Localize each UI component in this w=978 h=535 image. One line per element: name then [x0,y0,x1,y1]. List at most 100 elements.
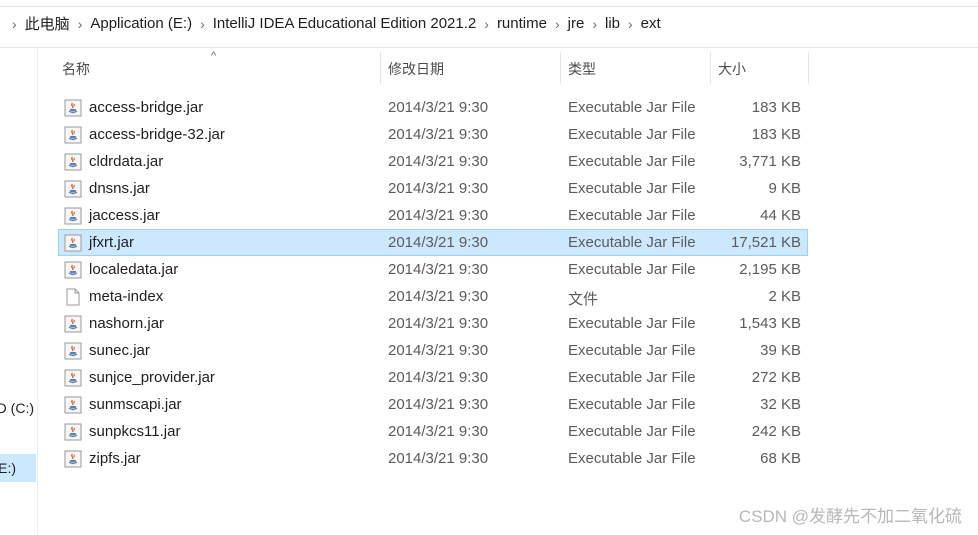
chevron-right-icon[interactable]: › [555,16,560,32]
chevron-right-icon[interactable]: › [200,16,205,32]
blank-file-icon [64,288,82,306]
jar-file-icon [64,180,82,198]
column-divider[interactable] [560,52,561,84]
file-type: Executable Jar File [568,369,696,386]
breadcrumb-item[interactable]: lib [605,15,620,32]
breadcrumb-item[interactable]: 此电脑 [25,13,70,34]
file-row[interactable]: localedata.jar 2014/3/21 9:30 Executable J… [58,256,808,283]
column-header-name[interactable]: 名称 [62,48,90,90]
file-name: nashorn.jar [89,315,165,332]
file-name: sunec.jar [89,342,150,359]
file-name: access-bridge.jar [89,99,204,116]
file-size: 2 KB [768,288,801,305]
nav-item-drive-e[interactable]: E:) [0,454,36,482]
chevron-right-icon[interactable]: › [592,16,597,32]
jar-file-icon [64,315,82,333]
file-date: 2014/3/21 9:30 [388,207,489,224]
file-name: cldrdata.jar [89,153,164,170]
file-date: 2014/3/21 9:30 [388,450,489,467]
jar-file-icon [64,342,82,360]
file-date: 2014/3/21 9:30 [388,99,489,116]
column-divider[interactable] [808,52,809,84]
file-size: 183 KB [751,99,801,116]
column-header-date[interactable]: 修改日期 [388,48,444,90]
file-size: 9 KB [768,180,801,197]
file-type: Executable Jar File [568,261,696,278]
column-divider[interactable] [710,52,711,84]
file-type: Executable Jar File [568,450,696,467]
file-row[interactable]: nashorn.jar 2014/3/21 9:30 Executable Jar … [58,310,808,337]
column-header-type[interactable]: 类型 [568,48,596,90]
file-type: Executable Jar File [568,342,696,359]
file-row[interactable]: access-bridge-32.jar 2014/3/21 9:30 Execut… [58,121,808,148]
file-type: Executable Jar File [568,207,696,224]
breadcrumb-item[interactable]: ext [641,15,661,32]
file-size: 242 KB [751,423,801,440]
jar-file-icon [64,396,82,414]
sort-up-icon: ^ [211,50,217,62]
file-size: 272 KB [751,369,801,386]
file-date: 2014/3/21 9:30 [388,288,489,305]
nav-item-drive-c[interactable]: D (C:) [0,400,36,420]
jar-file-icon [64,450,82,468]
chevron-right-icon[interactable]: › [484,16,489,32]
breadcrumb-item[interactable]: Application (E:) [90,15,192,32]
column-header-size[interactable]: 大小 [718,48,746,90]
file-date: 2014/3/21 9:30 [388,369,489,386]
column-header: ^ 名称 修改日期 类型 大小 [38,48,978,90]
address-bar[interactable]: › 此电脑 › Application (E:) › IntelliJ IDEA Educ… [0,0,978,48]
file-name: zipfs.jar [89,450,141,467]
file-size: 39 KB [760,342,801,359]
file-type: Executable Jar File [568,396,696,413]
file-size: 1,543 KB [739,315,801,332]
file-name: jaccess.jar [89,207,160,224]
file-row[interactable]: cldrdata.jar 2014/3/21 9:30 Executable Jar… [58,148,808,175]
file-date: 2014/3/21 9:30 [388,126,489,143]
file-row[interactable]: sunmscapi.jar 2014/3/21 9:30 Executable Ja… [58,391,808,418]
file-name: sunjce_provider.jar [89,369,215,386]
file-row[interactable]: meta-index 2014/3/21 9:30 文件 2 KB [58,283,808,310]
file-row[interactable]: access-bridge.jar 2014/3/21 9:30 Executabl… [58,94,808,121]
file-type: Executable Jar File [568,423,696,440]
file-name: access-bridge-32.jar [89,126,225,143]
file-row[interactable]: zipfs.jar 2014/3/21 9:30 Executable Jar Fi… [58,445,808,472]
file-size: 44 KB [760,207,801,224]
jar-file-icon [64,369,82,387]
chevron-right-icon[interactable]: › [12,16,17,32]
divider [0,6,978,7]
navigation-pane: D (C:) E:) [0,48,38,535]
breadcrumb-item[interactable]: runtime [497,15,547,32]
file-type: 文件 [568,291,599,308]
file-type: Executable Jar File [568,126,696,143]
file-date: 2014/3/21 9:30 [388,153,489,170]
file-row[interactable]: sunpkcs11.jar 2014/3/21 9:30 Executable Ja… [58,418,808,445]
jar-file-icon [64,126,82,144]
chevron-right-icon[interactable]: › [628,16,633,32]
file-date: 2014/3/21 9:30 [388,180,489,197]
watermark: CSDN @发酵先不加二氧化硫 [738,507,962,526]
file-size: 2,195 KB [739,261,801,278]
file-type: Executable Jar File [568,99,696,116]
file-date: 2014/3/21 9:30 [388,315,489,332]
file-list: access-bridge.jar 2014/3/21 9:30 Executabl… [58,94,808,472]
file-size: 68 KB [760,450,801,467]
file-type: Executable Jar File [568,234,696,251]
file-size: 3,771 KB [739,153,801,170]
chevron-right-icon[interactable]: › [78,16,83,32]
breadcrumb-item[interactable]: jre [568,15,585,32]
file-row[interactable]: jaccess.jar 2014/3/21 9:30 Executable Jar … [58,202,808,229]
file-row[interactable]: sunjce_provider.jar 2014/3/21 9:30 Executa… [58,364,808,391]
file-type: Executable Jar File [568,153,696,170]
file-date: 2014/3/21 9:30 [388,423,489,440]
file-row[interactable]: dnsns.jar 2014/3/21 9:30 Executable Jar Fi… [58,175,808,202]
file-name: localedata.jar [89,261,179,278]
file-type: Executable Jar File [568,180,696,197]
breadcrumb-item[interactable]: IntelliJ IDEA Educational Edition 2021.2 [213,15,477,32]
file-date: 2014/3/21 9:30 [388,234,489,251]
file-size: 32 KB [760,396,801,413]
file-row[interactable]: sunec.jar 2014/3/21 9:30 Executable Jar Fi… [58,337,808,364]
column-divider[interactable] [380,52,381,84]
file-row[interactable]: jfxrt.jar 2014/3/21 9:30 Executable Jar Fi… [58,229,808,256]
file-name: jfxrt.jar [89,234,134,251]
nav-item-label: D (C:) [0,400,34,416]
